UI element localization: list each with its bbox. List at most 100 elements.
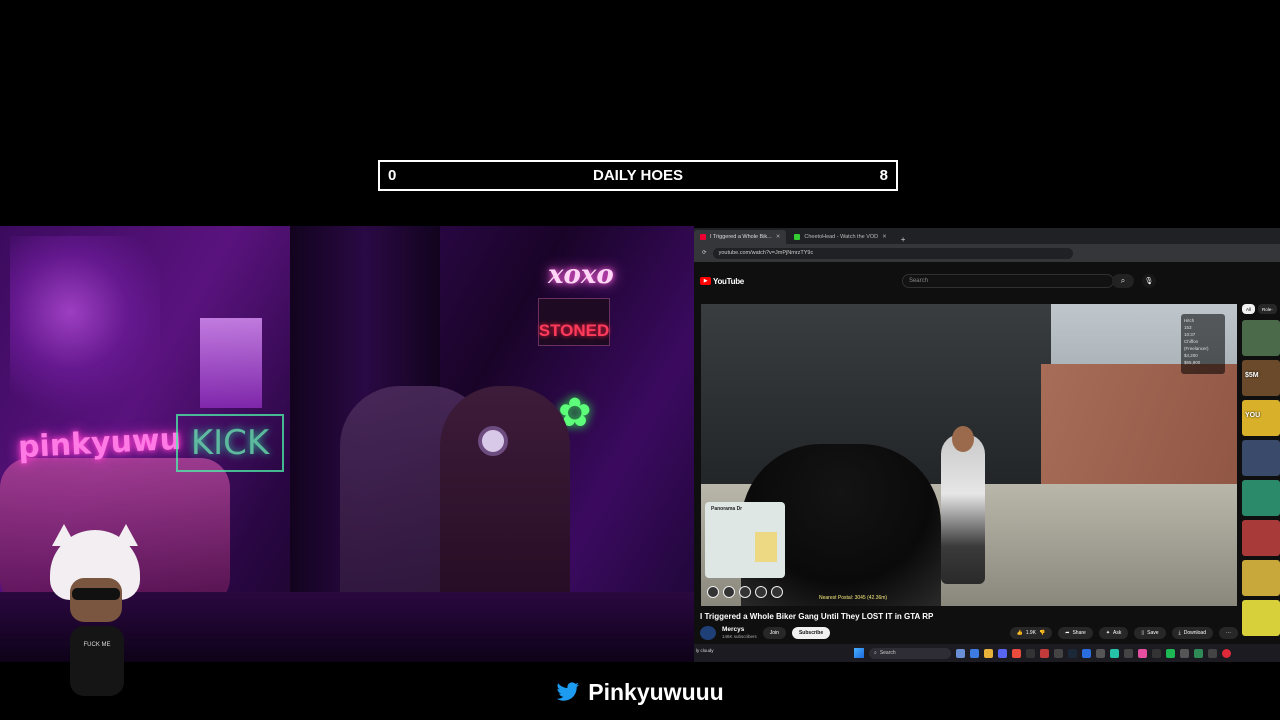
app-icon[interactable] xyxy=(1110,648,1119,658)
save-button[interactable]: ▯ Save xyxy=(1134,627,1166,639)
counter-title: DAILY HOES xyxy=(592,167,684,184)
filter-chips: All Role- xyxy=(1242,304,1280,314)
browser-tab-youtube[interactable]: I Triggered a Whole Bik... ✕ xyxy=(694,230,787,244)
headphone-icon xyxy=(478,426,508,456)
windows-start-icon[interactable] xyxy=(854,648,864,658)
app-icon[interactable] xyxy=(1138,648,1147,658)
recommendations-sidebar: All Role- $5M YOU xyxy=(1242,304,1280,644)
channel-avatar[interactable] xyxy=(700,626,716,640)
youtube-search-input[interactable]: Search xyxy=(901,274,1114,288)
neon-sign-kick: KICK xyxy=(176,414,284,472)
overlay-line: $65,900 xyxy=(1184,360,1201,365)
thumbnail-list: $5M YOU xyxy=(1242,320,1280,636)
app-icon[interactable] xyxy=(1194,648,1203,658)
room-window xyxy=(200,318,262,408)
avatar-face xyxy=(70,578,122,622)
windows-taskbar: ly cloudy ⌕ Search xyxy=(694,644,1280,662)
video-thumbnail[interactable] xyxy=(1242,600,1280,636)
hunger-icon xyxy=(739,586,751,598)
channel-meta: Mercys 146K subscribers xyxy=(722,626,757,640)
video-character-head xyxy=(952,426,974,452)
avatar-shirt-text: FUCK ME xyxy=(83,642,111,648)
youtube-play-icon: ▶ xyxy=(700,277,711,285)
chip-all[interactable]: All xyxy=(1242,304,1256,314)
kick-favicon-icon xyxy=(794,234,801,240)
tab-label: I Triggered a Whole Bik... xyxy=(710,234,772,240)
ask-button[interactable]: ✦ Ask xyxy=(1098,627,1129,639)
share-button[interactable]: ➦ Share xyxy=(1058,627,1093,639)
video-thumbnail[interactable]: $5M xyxy=(1242,360,1280,396)
app-icon[interactable] xyxy=(1040,648,1049,658)
new-tab-button[interactable]: + xyxy=(895,235,912,244)
app-icon[interactable] xyxy=(1208,648,1217,658)
close-tab-icon[interactable]: ✕ xyxy=(882,234,887,240)
search-icon[interactable]: ⌕ xyxy=(1111,274,1134,288)
video-thumbnail[interactable] xyxy=(1242,480,1280,516)
app-icon[interactable] xyxy=(1026,648,1035,658)
avatar-glasses xyxy=(72,588,120,600)
overlay-line: $4,200 xyxy=(1184,353,1198,358)
youtube-logo-text: YouTube xyxy=(713,276,744,286)
more-actions-button[interactable]: ··· xyxy=(1219,627,1238,639)
weather-widget[interactable]: ly cloudy xyxy=(696,648,714,653)
thumbnail-caption: YOU xyxy=(1245,412,1261,419)
channel-name[interactable]: Mercys xyxy=(722,626,757,633)
video-thumbnail[interactable] xyxy=(1242,560,1280,596)
twitter-icon xyxy=(556,682,580,701)
app-icon[interactable] xyxy=(1152,648,1161,658)
app-icon[interactable] xyxy=(1082,648,1091,658)
discord-icon[interactable] xyxy=(998,648,1007,658)
nearest-postal: Nearest Postal: 3045 (42.36m) xyxy=(819,595,888,601)
browser-tab-kick[interactable]: CheetoHead - Watch the VOD ✕ xyxy=(788,230,892,244)
spotify-icon[interactable] xyxy=(1166,648,1175,658)
file-explorer-icon[interactable] xyxy=(984,648,993,658)
armor-icon xyxy=(723,586,735,598)
thumbs-down-icon[interactable]: 👎 xyxy=(1039,630,1045,636)
search-placeholder: Search xyxy=(908,278,928,284)
url-field[interactable]: youtube.com/watch?v=JmPjNmrzTY9c xyxy=(712,247,1073,259)
chrome-icon[interactable] xyxy=(1012,648,1021,658)
video-thumbnail[interactable] xyxy=(1242,320,1280,356)
social-handle: Pinkyuwuuu xyxy=(0,672,1280,712)
thirst-icon xyxy=(755,586,767,598)
video-thumbnail[interactable] xyxy=(1242,440,1280,476)
handle-text: Pinkyuwuuu xyxy=(588,678,724,705)
app-icon[interactable] xyxy=(1054,648,1063,658)
join-button[interactable]: Join xyxy=(762,627,786,639)
task-view-icon[interactable] xyxy=(956,648,965,658)
youtube-header: ▶ YouTube Search ⌕ 🎙 xyxy=(694,262,1280,300)
download-button[interactable]: ⤓ Download xyxy=(1171,627,1213,639)
stamina-icon xyxy=(771,586,783,598)
counter-right-value: 8 xyxy=(879,167,888,184)
microphone-icon[interactable]: 🎙 xyxy=(1141,274,1156,288)
taskbar-search[interactable]: ⌕ Search xyxy=(869,647,951,659)
sparkle-icon: ✦ xyxy=(1105,630,1111,636)
app-icon[interactable] xyxy=(1124,648,1133,658)
video-player[interactable]: Panorama Dr Nearest Postal: 3045 (42.36m… xyxy=(701,304,1237,606)
app-icon[interactable] xyxy=(970,648,979,658)
app-icon[interactable] xyxy=(1096,648,1105,658)
video-thumbnail[interactable] xyxy=(1242,520,1280,556)
like-count: 1.9K xyxy=(1025,630,1037,636)
overlay-line: Hitch xyxy=(1184,318,1195,323)
steam-icon[interactable] xyxy=(1068,648,1077,658)
overlay-line: 10:37 xyxy=(1184,332,1196,337)
game-minimap: Panorama Dr xyxy=(705,502,785,578)
like-button[interactable]: 👍 1.9K 👎 xyxy=(1009,627,1053,639)
channel-row: Mercys 146K subscribers Join Subscribe 👍… xyxy=(700,624,1238,642)
app-icon[interactable] xyxy=(1222,648,1231,658)
app-icon[interactable] xyxy=(1180,648,1189,658)
neon-sign-stoned: STONED xyxy=(538,298,610,346)
reload-icon[interactable]: ⟳ xyxy=(702,250,707,256)
youtube-logo[interactable]: ▶ YouTube xyxy=(700,277,744,286)
address-bar: ⟳ youtube.com/watch?v=JmPjNmrzTY9c xyxy=(694,244,1280,262)
close-tab-icon[interactable]: ✕ xyxy=(776,234,781,240)
browser-tab-strip: I Triggered a Whole Bik... ✕ CheetoHead … xyxy=(694,228,1280,244)
chip-role[interactable]: Role- xyxy=(1258,304,1277,314)
minimap-area xyxy=(755,532,777,562)
subscribe-button[interactable]: Subscribe xyxy=(791,627,831,639)
counter-left-value: 0 xyxy=(388,167,397,184)
search-icon: ⌕ xyxy=(874,650,877,656)
url-text: youtube.com/watch?v=JmPjNmrzTY9c xyxy=(718,250,814,256)
video-thumbnail[interactable]: YOU xyxy=(1242,400,1280,436)
